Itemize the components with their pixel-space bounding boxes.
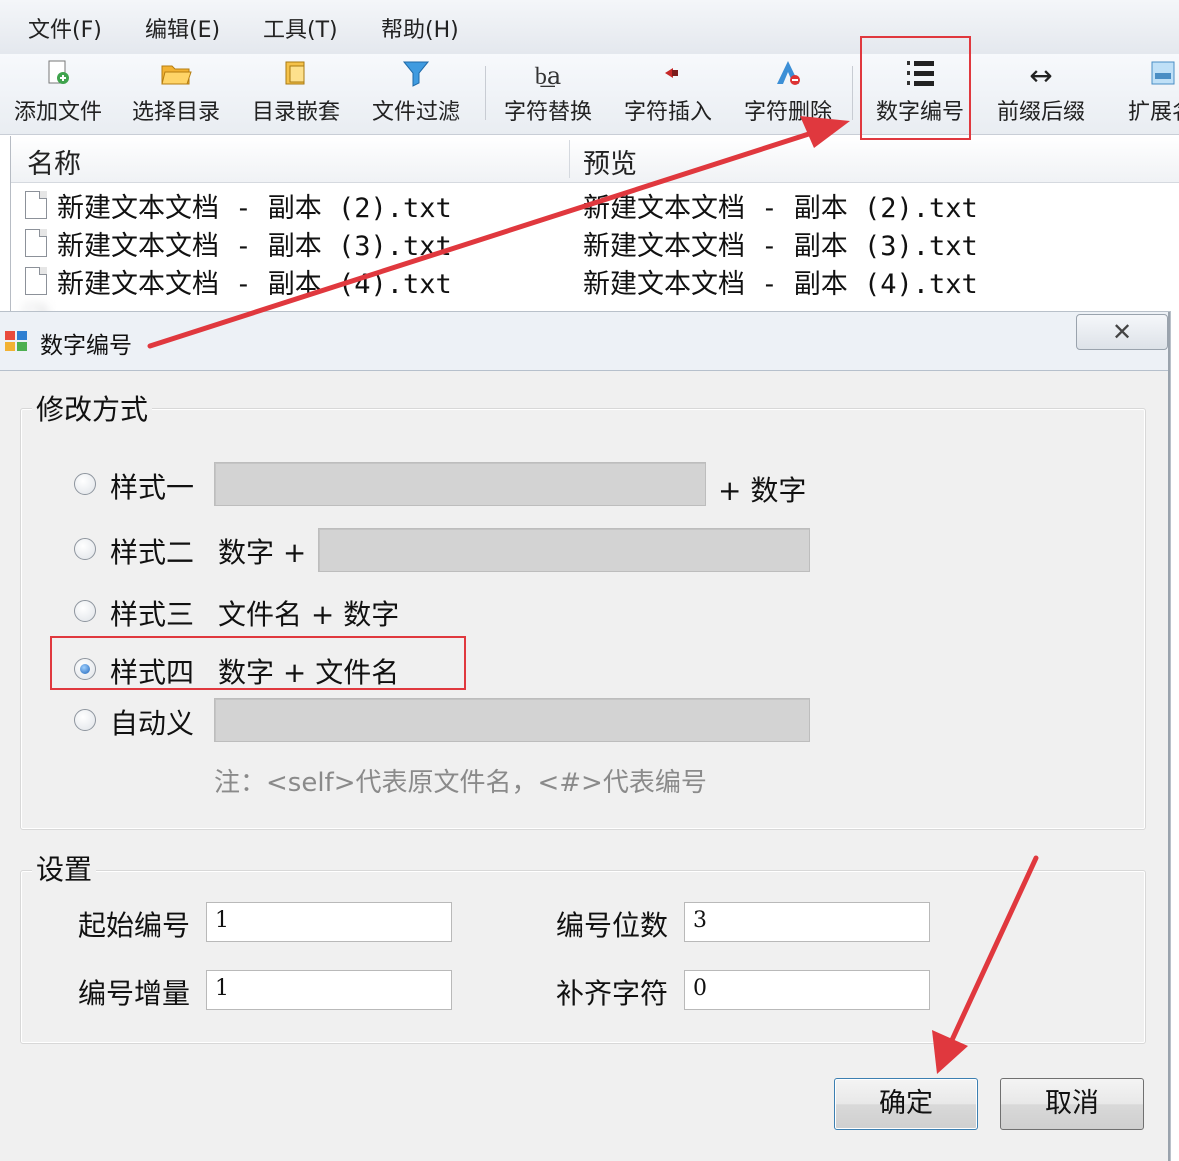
settings-legend: 设置 — [32, 848, 97, 888]
prefix-suffix-button[interactable]: ↔ 前缀后缀 — [983, 58, 1099, 130]
column-divider[interactable] — [569, 140, 570, 178]
menu-help[interactable]: 帮助(H) — [381, 12, 459, 44]
add-file-icon — [0, 58, 116, 94]
digits-label: 编号位数 — [556, 909, 669, 942]
style2-radio[interactable] — [74, 538, 96, 560]
menu-bar: 文件(F) 编辑(E) 工具(T) 帮助(H) — [0, 0, 1179, 55]
close-button[interactable]: ✕ — [1076, 314, 1168, 350]
digits-input[interactable]: 3 — [684, 902, 930, 942]
column-header-preview[interactable]: 预览 — [583, 142, 637, 181]
style1-suffix-text: + 数字 — [718, 474, 807, 507]
style4-highlight-box — [50, 636, 466, 690]
insert-text-icon — [610, 58, 726, 94]
app-icon — [5, 331, 27, 351]
nested-folder-button[interactable]: 目录嵌套 — [238, 58, 354, 130]
custom-radio[interactable] — [74, 709, 96, 731]
close-icon: ✕ — [1111, 318, 1133, 346]
file-row[interactable]: 新建文本文档 - 副本 (4).txt 新建文本文档 - 副本 (4).txt — [11, 262, 1179, 300]
start-number-input[interactable]: 1 — [206, 902, 452, 942]
text-file-icon — [25, 229, 47, 257]
ok-button[interactable]: 确定 — [834, 1078, 978, 1130]
file-list-header: 名称 预览 — [11, 136, 1179, 183]
numbering-tool-highlight-box — [860, 36, 971, 140]
file-preview: 新建文本文档 - 副本 (2).txt — [583, 193, 978, 224]
style1-prefix-input[interactable] — [214, 462, 706, 506]
style2-label[interactable]: 样式二 — [110, 531, 194, 571]
toolbar: 添加文件 选择目录 目录嵌套 文件过滤 b͟a 字符替换 字符插入 字符删除 数… — [0, 54, 1179, 135]
file-name: 新建文本文档 - 副本 (3).txt — [57, 231, 452, 262]
menu-file[interactable]: 文件(F) — [28, 12, 102, 44]
nested-folder-icon — [238, 58, 354, 94]
toolbar-separator — [852, 66, 853, 120]
style1-radio[interactable] — [74, 473, 96, 495]
style2-prefix-text: 数字 + — [218, 536, 307, 569]
pattern-hint: 注：<self>代表原文件名，<#>代表编号 — [214, 768, 707, 798]
cancel-button[interactable]: 取消 — [1000, 1078, 1144, 1130]
insert-text-button[interactable]: 字符插入 — [610, 58, 726, 130]
custom-label[interactable]: 自动义 — [110, 702, 194, 742]
file-row[interactable]: 新建文本文档 - 副本 (3).txt 新建文本文档 - 副本 (3).txt — [11, 224, 1179, 262]
file-list: 名称 预览 新建文本文档 - 副本 (2).txt 新建文本文档 - 副本 (2… — [10, 136, 1179, 333]
file-name: 新建文本文档 - 副本 (2).txt — [57, 193, 452, 224]
increment-label: 编号增量 — [78, 977, 191, 1010]
style3-radio[interactable] — [74, 600, 96, 622]
pad-char-label: 补齐字符 — [556, 977, 669, 1010]
extension-icon — [1103, 58, 1179, 94]
settings-group — [20, 870, 1146, 1044]
menu-tools[interactable]: 工具(T) — [263, 12, 338, 44]
pad-char-input[interactable]: 0 — [684, 970, 930, 1010]
replace-text-button[interactable]: b͟a 字符替换 — [490, 58, 606, 130]
modify-mode-legend: 修改方式 — [32, 388, 153, 428]
custom-pattern-input[interactable] — [214, 698, 810, 742]
start-number-label: 起始编号 — [78, 909, 191, 942]
extension-button[interactable]: 扩展名 — [1103, 58, 1179, 130]
column-header-name[interactable]: 名称 — [27, 142, 81, 181]
prefix-suffix-icon: ↔ — [1029, 59, 1053, 92]
add-file-button[interactable]: 添加文件 — [0, 58, 116, 130]
replace-text-icon: b͟a — [534, 62, 562, 90]
file-preview: 新建文本文档 - 副本 (3).txt — [583, 231, 978, 262]
file-name: 新建文本文档 - 副本 (4).txt — [57, 269, 452, 300]
style1-label[interactable]: 样式一 — [110, 466, 194, 506]
delete-text-button[interactable]: 字符删除 — [730, 58, 846, 130]
number-sequence-dialog: 数字编号 ✕ 修改方式 样式一 + 数字 样式二 数字 + 样式三 文件名 + … — [0, 312, 1170, 1161]
toolbar-separator — [485, 66, 486, 120]
file-row[interactable]: 新建文本文档 - 副本 (2).txt 新建文本文档 - 副本 (2).txt — [11, 186, 1179, 224]
select-folder-button[interactable]: 选择目录 — [118, 58, 234, 130]
dialog-titlebar[interactable]: 数字编号 ✕ — [0, 312, 1168, 371]
file-filter-button[interactable]: 文件过滤 — [358, 58, 474, 130]
text-file-icon — [25, 191, 47, 219]
text-file-icon — [25, 267, 47, 295]
style3-formula: 文件名 + 数字 — [218, 598, 400, 631]
style2-suffix-input[interactable] — [318, 528, 810, 572]
filter-icon — [358, 58, 474, 94]
style3-label[interactable]: 样式三 — [110, 593, 194, 633]
menu-edit[interactable]: 编辑(E) — [145, 12, 220, 44]
file-preview: 新建文本文档 - 副本 (4).txt — [583, 269, 978, 300]
delete-text-icon — [730, 58, 846, 94]
increment-input[interactable]: 1 — [206, 970, 452, 1010]
open-folder-icon — [118, 58, 234, 94]
dialog-title: 数字编号 — [40, 333, 132, 359]
